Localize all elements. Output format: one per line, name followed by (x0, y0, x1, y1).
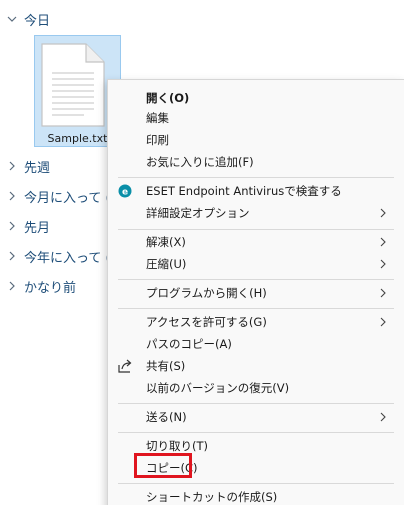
menu-item-print[interactable]: 印刷 (108, 129, 404, 151)
menu-item-label: パスのコピー(A) (146, 337, 232, 351)
group-label: かなり前 (24, 280, 77, 296)
menu-item-copy-path[interactable]: パスのコピー(A) (108, 333, 404, 355)
menu-separator (118, 279, 394, 280)
chevron-right-icon (380, 208, 386, 218)
group-header-today[interactable]: 今日 (6, 8, 50, 30)
menu-item-label: 開く(O) (146, 91, 190, 105)
menu-item-advanced-options[interactable]: 詳細設定オプション (108, 202, 404, 224)
menu-separator (118, 308, 394, 309)
text-document-icon (41, 43, 105, 127)
group-label: 先月 (24, 220, 51, 236)
group-header-long-ago[interactable]: かなり前 (6, 275, 76, 297)
group-label: 今年に入って ( (24, 250, 111, 266)
chevron-right-icon (6, 220, 18, 232)
menu-item-edit[interactable]: 編集 (108, 107, 404, 129)
menu-item-share[interactable]: 共有(S) (108, 355, 404, 377)
menu-item-label: 以前のバージョンの復元(V) (146, 381, 290, 395)
menu-item-restore-versions[interactable]: 以前のバージョンの復元(V) (108, 377, 404, 399)
menu-separator (118, 177, 394, 178)
menu-item-create-shortcut[interactable]: ショートカットの作成(S) (108, 486, 404, 505)
menu-item-label: ESET Endpoint Antivirusで検査する (146, 184, 342, 198)
menu-item-label: 切り取り(T) (146, 439, 208, 453)
menu-item-open-with[interactable]: プログラムから開く(H) (108, 282, 404, 304)
menu-item-label: 送る(N) (146, 410, 187, 424)
chevron-right-icon (6, 190, 18, 202)
group-header-this-month[interactable]: 今月に入って ( (6, 185, 111, 207)
chevron-right-icon (380, 288, 386, 298)
menu-item-label: 解凍(X) (146, 235, 186, 249)
menu-item-label: お気に入りに追加(F) (146, 155, 254, 169)
chevron-right-icon (380, 412, 386, 422)
menu-item-label: 編集 (146, 111, 169, 125)
menu-item-label: 詳細設定オプション (146, 206, 250, 220)
group-label: 今日 (24, 13, 51, 29)
chevron-right-icon (380, 259, 386, 269)
chevron-right-icon (380, 237, 386, 247)
group-header-last-month[interactable]: 先月 (6, 215, 50, 237)
menu-separator (118, 229, 394, 230)
svg-text:e: e (122, 188, 128, 198)
menu-item-compress[interactable]: 圧縮(U) (108, 253, 404, 275)
menu-item-label: プログラムから開く(H) (146, 286, 267, 300)
menu-item-label: 圧縮(U) (146, 257, 187, 271)
menu-item-eset-scan[interactable]: e ESET Endpoint Antivirusで検査する (108, 180, 404, 202)
chevron-right-icon (6, 250, 18, 262)
explorer-window: 今日 Sample.txt 先週 今月に入って (先月 今年に入って (かな… (0, 0, 404, 505)
group-label: 先週 (24, 160, 51, 176)
menu-item-extract[interactable]: 解凍(X) (108, 231, 404, 253)
menu-item-grant-access[interactable]: アクセスを許可する(G) (108, 311, 404, 333)
copy-highlight-box (134, 453, 192, 478)
menu-separator (118, 483, 394, 484)
menu-item-open[interactable]: 開く(O) (108, 87, 404, 109)
chevron-right-icon (6, 280, 18, 292)
context-menu: 開く(O) 編集 印刷 お気に入りに追加(F) e ESET Endpoint … (107, 79, 404, 505)
group-label: 今月に入って ( (24, 190, 111, 206)
chevron-down-icon (6, 13, 18, 25)
menu-item-add-favorites[interactable]: お気に入りに追加(F) (108, 151, 404, 173)
group-header-this-year[interactable]: 今年に入って ( (6, 245, 111, 267)
menu-item-label: アクセスを許可する(G) (146, 315, 267, 329)
menu-separator (118, 403, 394, 404)
menu-item-label: ショートカットの作成(S) (146, 490, 278, 504)
menu-item-label: 印刷 (146, 133, 169, 147)
share-icon (116, 357, 134, 375)
group-header-last-week[interactable]: 先週 (6, 155, 50, 177)
menu-separator (118, 432, 394, 433)
menu-item-label: 共有(S) (146, 359, 186, 373)
chevron-right-icon (6, 160, 18, 172)
eset-icon: e (116, 182, 134, 200)
menu-item-send-to[interactable]: 送る(N) (108, 406, 404, 428)
chevron-right-icon (380, 317, 386, 327)
